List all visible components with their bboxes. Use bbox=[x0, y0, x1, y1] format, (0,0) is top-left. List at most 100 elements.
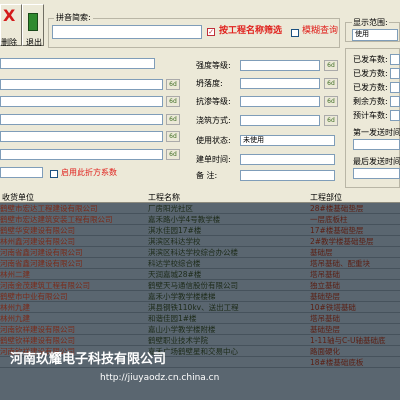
cell-receiver: 鹤壁市宏达建筑安装工程有限公司 bbox=[0, 215, 113, 224]
first-send-label: 第一发送时间 bbox=[353, 128, 400, 137]
slump-browse-button[interactable]: 6d bbox=[324, 78, 338, 89]
left-field-4[interactable] bbox=[0, 114, 163, 125]
cell-part: 基础垫层 bbox=[310, 325, 340, 334]
display-range-label: 显示范围: bbox=[352, 17, 389, 28]
cell-part: 28#楼基础垫层 bbox=[310, 204, 364, 213]
strength-label: 强度等级: bbox=[196, 61, 231, 70]
remaining-label: 剩余方数: bbox=[353, 97, 388, 106]
cell-part: 基础层 bbox=[310, 248, 333, 257]
header-receiver[interactable]: 收货单位 bbox=[2, 193, 34, 203]
exit-button[interactable]: 退出 bbox=[22, 4, 44, 47]
cell-receiver: 鹤壁市中业有限公司 bbox=[0, 292, 68, 301]
pour-method-label: 浇筑方式: bbox=[196, 116, 231, 125]
shipped-count-label: 已发车数: bbox=[353, 55, 388, 64]
table-row[interactable]: 河南钦祥建设有限公司 嘉山小学教学楼附楼 基础垫层 bbox=[0, 324, 400, 335]
first-send-input[interactable] bbox=[353, 139, 400, 150]
left-field-3[interactable] bbox=[0, 96, 163, 107]
table-row[interactable]: 林州九建 和谐佳园1#楼 塔吊基础 bbox=[0, 313, 400, 324]
cell-receiver: 林州鑫河建设有限公司 bbox=[0, 237, 75, 246]
by-project-label: 按工程名称筛选 bbox=[219, 26, 283, 36]
cell-project: 鹤壁职业技术学院 bbox=[148, 336, 208, 345]
table-row[interactable]: 鹤壁市中业有限公司 嘉禾小学教学楼楼梯 基础垫层 bbox=[0, 291, 400, 302]
discount-input[interactable] bbox=[0, 167, 43, 178]
impermeability-browse-button[interactable]: 6d bbox=[324, 96, 338, 107]
delete-button[interactable]: X 删除 bbox=[0, 4, 22, 47]
strength-browse-button[interactable]: 6d bbox=[324, 60, 338, 71]
left-field-6-browse-button[interactable]: 6d bbox=[166, 149, 180, 160]
cell-part: 一层底板柱 bbox=[310, 215, 348, 224]
cell-receiver: 鹤壁钦祥建设有限公司 bbox=[0, 336, 75, 345]
discount-label: 启用此折方系数 bbox=[61, 168, 117, 177]
pour-method-browse-button[interactable]: 6d bbox=[324, 115, 338, 126]
by-project-checkbox[interactable]: ✓ bbox=[207, 27, 215, 36]
cell-project: 鹤壁天马通信股份有限公司 bbox=[148, 281, 238, 290]
discount-checkbox[interactable] bbox=[50, 169, 58, 178]
data-grid[interactable]: 收货单位 工程名称 工程部位 鹤壁市宏达工程建设有限公司 厂房阳光社区 28#楼基础… bbox=[0, 193, 400, 400]
display-range-select[interactable]: 使用 bbox=[352, 29, 398, 41]
cell-part: 1-11轴与C-U轴基础底 bbox=[310, 336, 386, 345]
left-field-5-browse-button[interactable]: 6d bbox=[166, 131, 180, 142]
estimated-input[interactable] bbox=[390, 110, 400, 121]
grid-body: 鹤壁市宏达工程建设有限公司 厂房阳光社区 28#楼基础垫层 鹤壁市宏达建筑安装工程有限… bbox=[0, 203, 400, 368]
estimated-label: 预计车数: bbox=[353, 111, 388, 120]
left-field-6[interactable] bbox=[0, 149, 163, 160]
cell-project: 嘉禾小学教学楼楼梯 bbox=[148, 292, 216, 301]
slump-label: 坍落度: bbox=[196, 79, 223, 88]
header-project[interactable]: 工程名称 bbox=[148, 193, 180, 203]
table-row[interactable]: 河南金茂建筑工程有限公司 鹤壁天马通信股份有限公司 独立基础 bbox=[0, 280, 400, 291]
search-label: 拼音简索: bbox=[54, 12, 93, 23]
cell-project: 厂房阳光社区 bbox=[148, 204, 193, 213]
table-row[interactable]: 河南省鑫河建设有限公司 淇滨区科达学校综合办公楼 基础层 bbox=[0, 247, 400, 258]
pour-method-input[interactable] bbox=[240, 115, 320, 126]
cell-receiver: 林州二建 bbox=[0, 270, 30, 279]
table-row[interactable]: 林州鑫河建设有限公司 淇滨区科达学校 2#教学楼基础垫层 bbox=[0, 236, 400, 247]
table-row[interactable]: 鹤壁钦祥建设有限公司 鹤壁职业技术学院 1-11轴与C-U轴基础底 bbox=[0, 335, 400, 346]
left-field-2-browse-button[interactable]: 6d bbox=[166, 79, 180, 90]
last-send-label: 最后发送时间 bbox=[353, 157, 400, 166]
table-row[interactable]: 鹤壁市宏达工程建设有限公司 厂房阳光社区 28#楼基础垫层 bbox=[0, 203, 400, 214]
cell-receiver: 河南钦祥建设有限公司 bbox=[0, 325, 75, 334]
left-field-5[interactable] bbox=[0, 131, 163, 142]
delete-label: 删除 bbox=[1, 38, 17, 47]
slump-input[interactable] bbox=[240, 78, 320, 89]
remaining-input[interactable] bbox=[390, 96, 400, 107]
watermark-url: http://jiuyaodz.cn.china.cn bbox=[100, 373, 220, 383]
shipped-qty-input[interactable] bbox=[390, 68, 400, 79]
cell-project: 嘉禾路小学4号教学楼 bbox=[148, 215, 221, 224]
impermeability-input[interactable] bbox=[240, 96, 320, 107]
left-field-1[interactable] bbox=[0, 58, 155, 69]
header-part[interactable]: 工程部位 bbox=[310, 193, 342, 203]
cell-receiver: 鹤壁华安建设有限公司 bbox=[0, 226, 75, 235]
left-field-2[interactable] bbox=[0, 79, 163, 90]
use-status-select[interactable]: 未使用 bbox=[240, 135, 335, 146]
shipped-qty2-input[interactable] bbox=[390, 82, 400, 93]
grid-header: 收货单位 工程名称 工程部位 bbox=[0, 193, 400, 203]
fuzzy-checkbox[interactable] bbox=[291, 28, 299, 37]
left-field-4-browse-button[interactable]: 6d bbox=[166, 114, 180, 125]
shipped-count-input[interactable] bbox=[390, 54, 400, 65]
cell-project: 嘉山小学教学楼附楼 bbox=[148, 325, 216, 334]
cell-receiver: 河南省鑫河建设有限公司 bbox=[0, 248, 83, 257]
remark-input[interactable] bbox=[240, 170, 335, 181]
build-time-input[interactable] bbox=[240, 154, 335, 165]
cell-part: 塔吊基础、配重块 bbox=[310, 259, 370, 268]
left-field-3-browse-button[interactable]: 6d bbox=[166, 96, 180, 107]
shipped-qty2-label: 已发方数: bbox=[353, 83, 388, 92]
cell-part: 10#铁塔基础 bbox=[310, 303, 356, 312]
cell-project: 天润嘉城28#楼 bbox=[148, 270, 202, 279]
cell-part: 17#楼基础垫层 bbox=[310, 226, 364, 235]
table-row[interactable]: 河南省鑫河建设有限公司 科达学校综合楼 塔吊基础、配重块 bbox=[0, 258, 400, 269]
cell-part: 独立基础 bbox=[310, 281, 340, 290]
cell-receiver: 河南金茂建筑工程有限公司 bbox=[0, 281, 90, 290]
cell-project: 淇滨区科达学校综合办公楼 bbox=[148, 248, 238, 257]
table-row[interactable]: 鹤壁市宏达建筑安装工程有限公司 嘉禾路小学4号教学楼 一层底板柱 bbox=[0, 214, 400, 225]
strength-input[interactable] bbox=[240, 60, 320, 71]
impermeability-label: 抗渗等级: bbox=[196, 97, 231, 106]
last-send-input[interactable] bbox=[353, 168, 400, 179]
table-row[interactable]: 林州二建 天润嘉城28#楼 塔吊基础 bbox=[0, 269, 400, 280]
table-row[interactable]: 鹤壁华安建设有限公司 淇水佳园17#楼 17#楼基础垫层 bbox=[0, 225, 400, 236]
cell-receiver: 河南省鑫河建设有限公司 bbox=[0, 259, 83, 268]
cell-project: 科达学校综合楼 bbox=[148, 259, 201, 268]
pinyin-search-input[interactable] bbox=[52, 25, 202, 39]
table-row[interactable]: 林州九建 淇县钢铁110kv、送出工程 10#铁塔基础 bbox=[0, 302, 400, 313]
